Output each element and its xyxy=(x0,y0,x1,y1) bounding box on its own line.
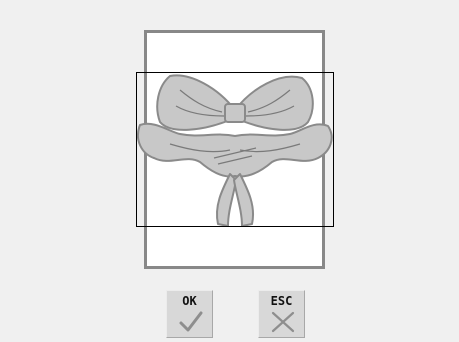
cross-icon xyxy=(271,311,295,333)
esc-button[interactable]: ESC xyxy=(258,290,305,338)
embroidery-preview-screen: OK ESC xyxy=(0,0,459,342)
esc-button-label: ESC xyxy=(270,294,293,308)
design-frame xyxy=(136,72,334,227)
ok-button[interactable]: OK xyxy=(166,290,213,338)
ok-button-label: OK xyxy=(182,294,197,308)
checkmark-icon xyxy=(179,311,203,332)
